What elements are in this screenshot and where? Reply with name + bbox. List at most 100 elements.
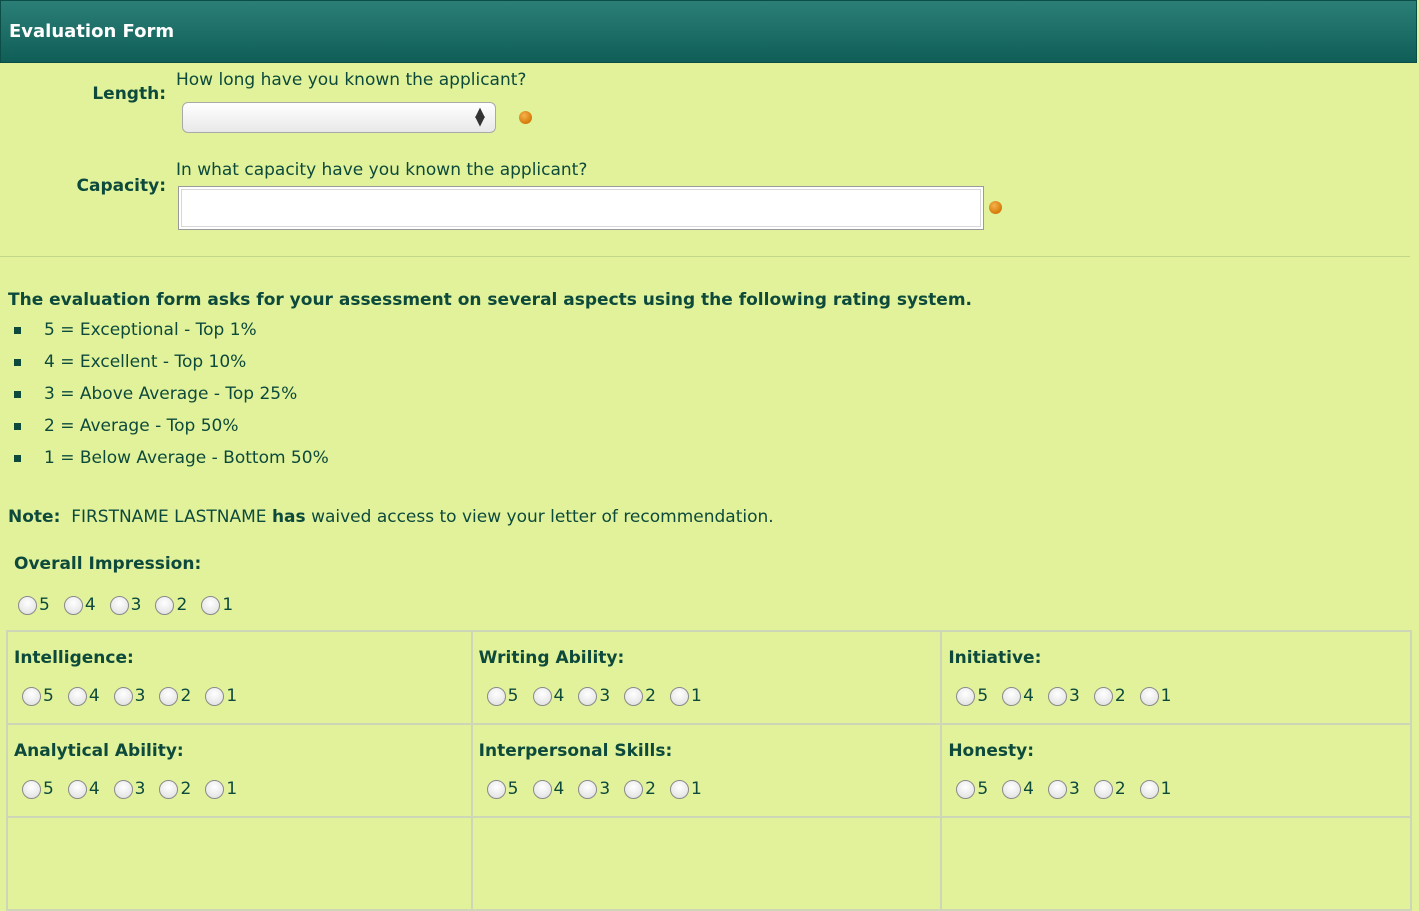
radio-button[interactable] bbox=[578, 686, 598, 706]
rating-option[interactable]: 5 bbox=[22, 686, 54, 706]
note-text: waived access to view your letter of rec… bbox=[311, 507, 774, 527]
rating-option[interactable]: 2 bbox=[159, 686, 191, 706]
aspect-ratings-grid: Intelligence: 5 4 3 2 1 Writing Ability: 5 4 3… bbox=[6, 630, 1412, 911]
rating-option[interactable]: 3 bbox=[578, 779, 610, 799]
radio-button[interactable] bbox=[113, 779, 133, 799]
radio-button[interactable] bbox=[18, 595, 37, 615]
rating-option[interactable]: 1 bbox=[1139, 686, 1171, 706]
rating-option[interactable]: 4 bbox=[1002, 686, 1034, 706]
radio-button[interactable] bbox=[956, 779, 976, 799]
rating-option-label: 5 bbox=[507, 686, 519, 706]
rating-option-label: 2 bbox=[180, 686, 192, 706]
radio-button[interactable] bbox=[67, 686, 87, 706]
rating-option[interactable]: 3 bbox=[113, 686, 146, 706]
rating-option[interactable]: 4 bbox=[67, 779, 100, 799]
rating-option[interactable]: 2 bbox=[1093, 779, 1126, 799]
radio-button[interactable] bbox=[155, 595, 175, 615]
rating-option-label: 1 bbox=[222, 595, 234, 615]
radio-button[interactable] bbox=[201, 595, 221, 615]
radio-button[interactable] bbox=[624, 686, 644, 706]
radio-button[interactable] bbox=[205, 779, 225, 799]
radio-button[interactable] bbox=[578, 779, 598, 799]
rating-option-label: 3 bbox=[134, 686, 146, 706]
overall-impression-label: Overall Impression: bbox=[14, 554, 202, 574]
radio-button[interactable] bbox=[1047, 686, 1067, 706]
radio-button[interactable] bbox=[1002, 779, 1022, 799]
aspect-label: Honesty: bbox=[948, 741, 1034, 761]
radio-button[interactable] bbox=[159, 779, 179, 799]
rating-intro: The evaluation form asks for your assess… bbox=[8, 290, 973, 310]
rating-option[interactable]: 5 bbox=[18, 595, 50, 615]
rating-option[interactable]: 2 bbox=[1093, 686, 1126, 706]
rating-scale-item: 4 = Excellent - Top 10% bbox=[14, 350, 329, 382]
radio-button[interactable] bbox=[159, 686, 179, 706]
rating-option[interactable]: 2 bbox=[624, 779, 656, 799]
rating-option[interactable]: 1 bbox=[205, 779, 237, 799]
rating-option[interactable]: 3 bbox=[1047, 686, 1080, 706]
rating-option[interactable]: 4 bbox=[1002, 779, 1034, 799]
radio-button[interactable] bbox=[1139, 686, 1159, 706]
rating-option[interactable]: 5 bbox=[486, 779, 519, 799]
radio-button[interactable] bbox=[486, 779, 506, 799]
radio-button[interactable] bbox=[22, 686, 41, 706]
rating-option[interactable]: 4 bbox=[532, 779, 564, 799]
rating-option[interactable]: 2 bbox=[624, 686, 656, 706]
radio-button[interactable] bbox=[1047, 779, 1067, 799]
radio-button[interactable] bbox=[532, 686, 552, 706]
rating-option[interactable]: 5 bbox=[486, 686, 519, 706]
radio-button[interactable] bbox=[669, 686, 689, 706]
rating-option[interactable]: 5 bbox=[22, 779, 54, 799]
required-indicator-icon bbox=[519, 111, 532, 124]
rating-option[interactable]: 3 bbox=[578, 686, 610, 706]
rating-option-label: 2 bbox=[176, 595, 188, 615]
length-label: Length: bbox=[92, 84, 166, 104]
aspect-radio-group: 5 4 3 2 1 bbox=[486, 779, 716, 799]
waiver-note: Note: FIRSTNAME LASTNAME has waived acce… bbox=[8, 507, 774, 527]
rating-option[interactable]: 3 bbox=[1047, 779, 1080, 799]
square-bullet-icon bbox=[14, 391, 21, 398]
aspect-cell-empty bbox=[470, 816, 943, 911]
rating-option[interactable]: 2 bbox=[159, 779, 191, 799]
square-bullet-icon bbox=[14, 359, 21, 366]
rating-option[interactable]: 4 bbox=[532, 686, 564, 706]
form-title: Evaluation Form bbox=[9, 21, 175, 42]
radio-button[interactable] bbox=[205, 686, 225, 706]
rating-option[interactable]: 5 bbox=[956, 686, 988, 706]
rating-option[interactable]: 1 bbox=[669, 686, 702, 706]
radio-button[interactable] bbox=[1002, 686, 1022, 706]
rating-scale-item: 2 = Average - Top 50% bbox=[14, 414, 329, 446]
rating-option[interactable]: 1 bbox=[669, 779, 702, 799]
rating-option[interactable]: 1 bbox=[205, 686, 237, 706]
rating-option[interactable]: 4 bbox=[67, 686, 100, 706]
radio-button[interactable] bbox=[22, 779, 41, 799]
radio-button[interactable] bbox=[1093, 686, 1113, 706]
radio-button[interactable] bbox=[624, 779, 644, 799]
rating-option[interactable]: 3 bbox=[109, 595, 141, 615]
aspect-cell: Writing Ability: 5 4 3 2 1 bbox=[470, 630, 943, 725]
rating-option[interactable]: 4 bbox=[63, 595, 96, 615]
radio-button[interactable] bbox=[1139, 779, 1159, 799]
form-header: Evaluation Form bbox=[0, 0, 1417, 63]
rating-option-label: 5 bbox=[43, 779, 54, 799]
length-select[interactable]: ▲ ▼ bbox=[182, 102, 496, 133]
capacity-input[interactable] bbox=[178, 186, 984, 230]
radio-button[interactable] bbox=[109, 595, 129, 615]
radio-button[interactable] bbox=[669, 779, 689, 799]
rating-option-label: 2 bbox=[1114, 779, 1126, 799]
rating-option[interactable]: 1 bbox=[1139, 779, 1171, 799]
radio-button[interactable] bbox=[956, 686, 976, 706]
capacity-label: Capacity: bbox=[76, 176, 167, 196]
rating-option[interactable]: 1 bbox=[201, 595, 233, 615]
radio-button[interactable] bbox=[486, 686, 506, 706]
radio-button[interactable] bbox=[67, 779, 87, 799]
radio-button[interactable] bbox=[113, 686, 133, 706]
rating-option[interactable]: 5 bbox=[956, 779, 988, 799]
radio-button[interactable] bbox=[532, 779, 552, 799]
rating-option[interactable]: 2 bbox=[155, 595, 187, 615]
rating-option[interactable]: 3 bbox=[113, 779, 145, 799]
aspect-radio-group: 5 4 3 2 1 bbox=[956, 686, 1185, 706]
radio-button[interactable] bbox=[63, 595, 83, 615]
aspect-cell-empty bbox=[940, 816, 1412, 911]
radio-button[interactable] bbox=[1093, 779, 1113, 799]
aspect-radio-group: 5 4 3 2 1 bbox=[956, 779, 1185, 799]
